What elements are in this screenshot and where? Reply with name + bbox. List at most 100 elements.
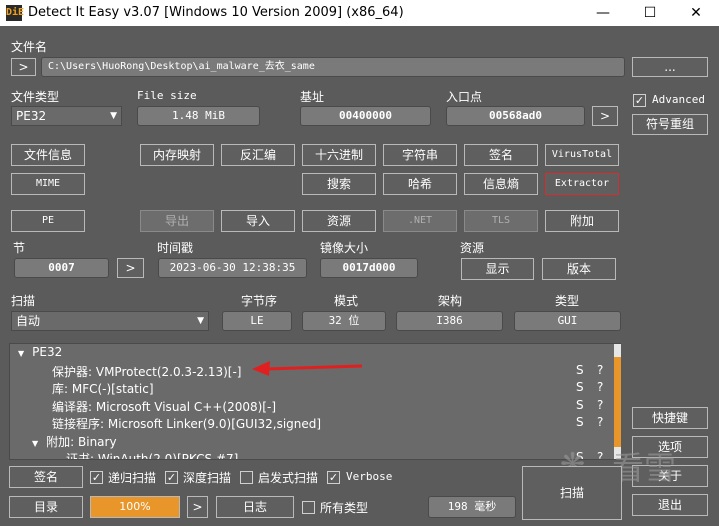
advanced-label: Advanced: [652, 93, 705, 106]
result-text: PE32: [32, 345, 63, 359]
timestamp-label: 时间戳: [157, 241, 194, 255]
file-size-value: 1.48 MiB: [137, 106, 260, 126]
disassembly-button[interactable]: 反汇编: [221, 144, 295, 166]
expand-arrow-icon[interactable]: ▼: [18, 349, 24, 358]
elapsed-time: 198 毫秒: [428, 496, 516, 518]
info-question-button[interactable]: ?: [597, 363, 603, 377]
window-title: Detect It Easy v3.07 [Windows 10 Version…: [28, 5, 404, 20]
strings-button[interactable]: 字符串: [383, 144, 457, 166]
type-label: 类型: [555, 294, 580, 308]
scan-label: 扫描: [11, 294, 36, 308]
signature-s-button[interactable]: S: [576, 398, 584, 412]
file-type-value: PE32: [16, 109, 47, 123]
file-type-select[interactable]: PE32 ▼: [11, 106, 122, 126]
all-types-label: 所有类型: [320, 501, 369, 515]
info-question-button[interactable]: ?: [597, 380, 603, 394]
endian-label: 字节序: [241, 294, 278, 308]
recursive-scan-label: 递归扫描: [108, 471, 157, 485]
extractor-button[interactable]: Extractor: [545, 173, 619, 195]
sections-count: 0007: [14, 258, 109, 278]
import-button[interactable]: 导入: [221, 210, 295, 232]
all-types-checkbox[interactable]: [302, 501, 315, 514]
endian-value: LE: [222, 311, 292, 331]
resources-button[interactable]: 资源: [302, 210, 376, 232]
deep-scan-label: 深度扫描: [183, 471, 232, 485]
info-question-button[interactable]: ?: [597, 415, 603, 429]
sections-button[interactable]: >: [117, 258, 144, 278]
chevron-down-icon: ▼: [110, 111, 117, 121]
show-button[interactable]: 显示: [461, 258, 534, 280]
signature-button[interactable]: 签名: [9, 466, 83, 488]
result-row[interactable]: ▼ 附加: Binary: [32, 433, 117, 450]
scan-button[interactable]: 扫描: [522, 466, 622, 520]
tls-button[interactable]: TLS: [464, 210, 538, 232]
title-bar: DiE Detect It Easy v3.07 [Windows 10 Ver…: [0, 0, 719, 26]
scan-mode-select[interactable]: 自动 ▼: [11, 311, 209, 331]
result-row[interactable]: 链接程序: Microsoft Linker(9.0)[GUI32,signed…: [52, 415, 321, 432]
results-scroll-thumb[interactable]: [614, 357, 621, 447]
mode-value: 32 位: [302, 311, 386, 331]
progress-bar: 100%: [90, 496, 180, 518]
overlay-button[interactable]: 附加: [545, 210, 619, 232]
chevron-down-icon: ▼: [197, 316, 204, 326]
file-size-label: File size: [137, 89, 197, 102]
app-logo-icon: DiE: [6, 5, 24, 21]
file-name-label: 文件名: [11, 40, 48, 54]
file-path-input[interactable]: C:\Users\HuoRong\Desktop\ai_malware_去衣_s…: [41, 57, 625, 77]
version-button[interactable]: 版本: [542, 258, 616, 280]
result-text: 保护器: VMProtect(2.0.3-2.13)[-]: [52, 364, 242, 379]
exit-button[interactable]: 退出: [632, 494, 708, 516]
result-text: 编译器: Microsoft Visual C++(2008)[-]: [52, 399, 277, 414]
advanced-checkbox[interactable]: ✓: [633, 94, 646, 107]
image-size-label: 镜像大小: [320, 241, 369, 255]
sections-label: 节: [13, 241, 26, 255]
close-button[interactable]: ✕: [673, 0, 719, 26]
browse-button[interactable]: ...: [632, 57, 708, 77]
signature-s-button[interactable]: S: [576, 363, 584, 377]
result-row[interactable]: 保护器: VMProtect(2.0.3-2.13)[-]: [52, 363, 242, 380]
minimize-button[interactable]: —: [580, 0, 626, 26]
directory-button[interactable]: 目录: [9, 496, 83, 518]
result-row[interactable]: ▼ PE32: [18, 345, 62, 359]
result-row[interactable]: 证书: WinAuth(2.0)[PKCS #7]: [66, 450, 238, 459]
maximize-button[interactable]: ☐: [627, 0, 673, 26]
signature-s-button[interactable]: S: [576, 380, 584, 394]
deep-scan-checkbox[interactable]: ✓: [165, 471, 178, 484]
shortcuts-button[interactable]: 快捷键: [632, 407, 708, 429]
result-text: 附加: Binary: [46, 434, 117, 449]
signatures-button[interactable]: 签名: [464, 144, 538, 166]
heuristic-scan-checkbox[interactable]: [240, 471, 253, 484]
recursive-scan-checkbox[interactable]: ✓: [90, 471, 103, 484]
hash-button[interactable]: 哈希: [383, 173, 457, 195]
base-address-label: 基址: [300, 90, 325, 104]
dotnet-button[interactable]: .NET: [383, 210, 457, 232]
pe-button[interactable]: PE: [11, 210, 85, 232]
entropy-button[interactable]: 信息熵: [464, 173, 538, 195]
search-button[interactable]: 搜索: [302, 173, 376, 195]
signature-s-button[interactable]: S: [576, 415, 584, 429]
base-address-value: 00400000: [300, 106, 431, 126]
image-size-value: 0017d000: [320, 258, 418, 278]
mime-button[interactable]: MIME: [11, 173, 85, 195]
virustotal-button[interactable]: VirusTotal: [545, 144, 619, 166]
heuristic-scan-label: 启发式扫描: [258, 471, 319, 485]
result-text: 链接程序: Microsoft Linker(9.0)[GUI32,signed…: [52, 417, 322, 431]
verbose-checkbox[interactable]: ✓: [327, 471, 340, 484]
timestamp-value: 2023-06-30 12:38:35: [158, 258, 307, 278]
info-question-button[interactable]: ?: [597, 398, 603, 412]
entry-point-button[interactable]: >: [592, 106, 618, 126]
expand-arrow-icon[interactable]: ▼: [32, 439, 38, 448]
file-nav-button[interactable]: >: [11, 58, 36, 76]
red-arrow-annotation: [252, 361, 363, 376]
hex-button[interactable]: 十六进制: [302, 144, 376, 166]
result-row[interactable]: 库: MFC(-)[static]: [52, 380, 154, 397]
rebuild-button[interactable]: 符号重组: [632, 114, 708, 135]
export-button[interactable]: 导出: [140, 210, 214, 232]
mode-label: 模式: [334, 294, 359, 308]
result-row[interactable]: 编译器: Microsoft Visual C++(2008)[-]: [52, 398, 276, 415]
log-button[interactable]: 日志: [216, 496, 294, 518]
file-info-button[interactable]: 文件信息: [11, 144, 85, 166]
progress-next-button[interactable]: >: [187, 496, 208, 518]
entry-point-value: 00568ad0: [446, 106, 585, 126]
memory-map-button[interactable]: 内存映射: [140, 144, 214, 166]
